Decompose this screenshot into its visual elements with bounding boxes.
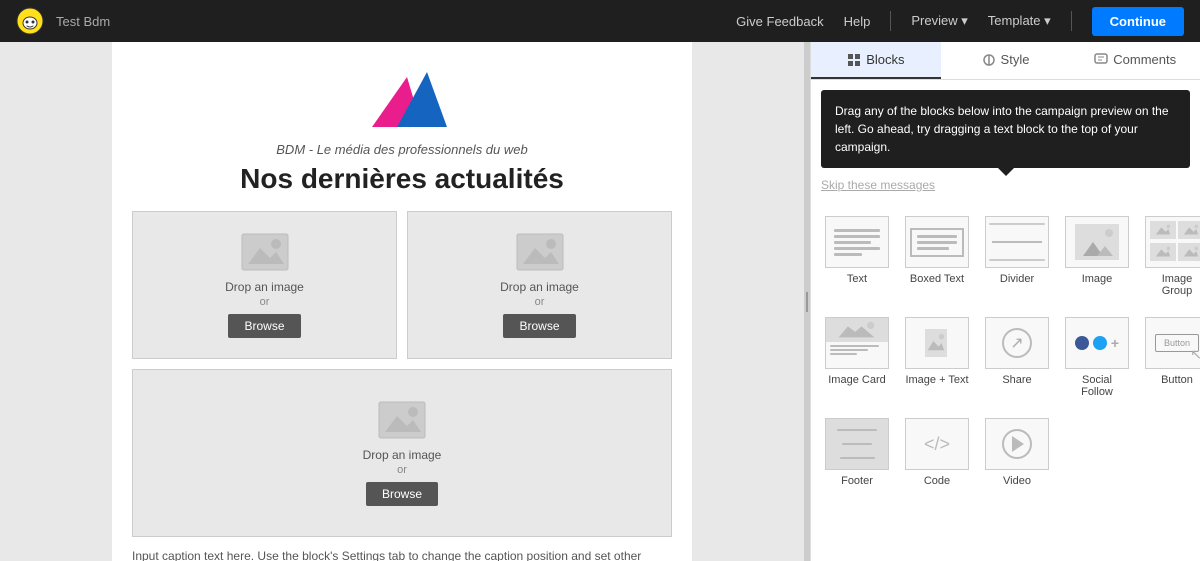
drop-text-2: Drop an image bbox=[500, 280, 579, 294]
right-panel: Blocks Style Comments Drag any of th bbox=[810, 42, 1200, 561]
block-item-divider[interactable]: Divider bbox=[981, 210, 1053, 303]
browse-button-2[interactable]: Browse bbox=[503, 314, 575, 338]
grid-icon bbox=[847, 53, 861, 67]
block-label-social-follow: Social Follow bbox=[1065, 374, 1129, 398]
drop-text-3: Drop an image bbox=[363, 448, 442, 462]
block-icon-image-group bbox=[1145, 216, 1200, 268]
block-item-social-follow[interactable]: + Social Follow bbox=[1061, 311, 1133, 404]
continue-button[interactable]: Continue bbox=[1092, 7, 1184, 36]
block-label-boxed-text: Boxed Text bbox=[910, 273, 964, 285]
block-icon-text bbox=[825, 216, 889, 268]
drop-or-2: or bbox=[535, 296, 545, 308]
image-drop-2: Drop an image or Browse bbox=[407, 211, 672, 359]
block-label-code: Code bbox=[924, 475, 950, 487]
block-item-video[interactable]: Video bbox=[981, 412, 1053, 493]
give-feedback-link[interactable]: Give Feedback bbox=[736, 14, 823, 29]
block-icon-footer bbox=[825, 418, 889, 470]
logo-area bbox=[112, 42, 692, 142]
image-grid-top: Drop an image or Browse Drop an image or… bbox=[112, 211, 692, 359]
app-logo bbox=[16, 7, 44, 35]
image-placeholder-icon-1 bbox=[240, 232, 290, 272]
comments-icon bbox=[1094, 53, 1108, 67]
block-icon-boxed-text bbox=[905, 216, 969, 268]
brand-logo bbox=[352, 62, 452, 132]
drop-text-1: Drop an image bbox=[225, 280, 304, 294]
nav-links: Give Feedback Help Preview ▾ Template ▾ … bbox=[736, 7, 1184, 36]
nav-divider bbox=[890, 11, 891, 31]
panel-tabs: Blocks Style Comments bbox=[811, 42, 1200, 80]
block-icon-share: ↗ bbox=[985, 317, 1049, 369]
block-item-image[interactable]: Image bbox=[1061, 210, 1133, 303]
canvas-area: BDM - Le média des professionnels du web… bbox=[0, 42, 804, 561]
style-icon bbox=[982, 53, 996, 67]
image-placeholder-icon-2 bbox=[515, 232, 565, 272]
block-icon-divider bbox=[985, 216, 1049, 268]
block-item-code[interactable]: </> Code bbox=[901, 412, 973, 493]
image-placeholder-icon-3 bbox=[377, 400, 427, 440]
tab-style[interactable]: Style bbox=[941, 42, 1071, 79]
block-item-button[interactable]: Button ↖ Button bbox=[1141, 311, 1200, 404]
block-label-share: Share bbox=[1002, 374, 1031, 386]
block-icon-image-text bbox=[905, 317, 969, 369]
block-label-image-group: Image Group bbox=[1145, 273, 1200, 297]
block-icon-button: Button ↖ bbox=[1145, 317, 1200, 369]
tab-blocks[interactable]: Blocks bbox=[811, 42, 941, 79]
resize-handle[interactable] bbox=[804, 42, 810, 561]
main-area: BDM - Le média des professionnels du web… bbox=[0, 42, 1200, 561]
hint-text: Drag any of the blocks below into the ca… bbox=[835, 104, 1169, 154]
block-icon-image-card bbox=[825, 317, 889, 369]
browse-button-1[interactable]: Browse bbox=[228, 314, 300, 338]
block-item-text[interactable]: Text bbox=[821, 210, 893, 303]
nav-divider2 bbox=[1071, 11, 1072, 31]
block-icon-image bbox=[1065, 216, 1129, 268]
block-icon-code: </> bbox=[905, 418, 969, 470]
caption-text: Input caption text here. Use the block's… bbox=[112, 547, 692, 561]
skip-messages-link[interactable]: Skip these messages bbox=[821, 178, 1190, 192]
block-label-video: Video bbox=[1003, 475, 1031, 487]
help-link[interactable]: Help bbox=[844, 14, 871, 29]
block-label-footer: Footer bbox=[841, 475, 873, 487]
block-label-divider: Divider bbox=[1000, 273, 1034, 285]
browse-button-3[interactable]: Browse bbox=[366, 482, 438, 506]
block-label-image-card: Image Card bbox=[828, 374, 885, 386]
block-label-button: Button bbox=[1161, 374, 1193, 386]
block-label-image: Image bbox=[1082, 273, 1113, 285]
tab-comments[interactable]: Comments bbox=[1070, 42, 1200, 79]
block-label-text: Text bbox=[847, 273, 867, 285]
block-item-footer[interactable]: Footer bbox=[821, 412, 893, 493]
block-item-image-card[interactable]: Image Card bbox=[821, 311, 893, 404]
block-label-image-text: Image + Text bbox=[905, 374, 968, 386]
app-title: Test Bdm bbox=[56, 14, 724, 29]
block-icon-video bbox=[985, 418, 1049, 470]
preview-link[interactable]: Preview ▾ bbox=[911, 13, 967, 29]
site-tagline: BDM - Le média des professionnels du web bbox=[112, 142, 692, 157]
top-nav: Test Bdm Give Feedback Help Preview ▾ Te… bbox=[0, 0, 1200, 42]
image-drop-1: Drop an image or Browse bbox=[132, 211, 397, 359]
block-item-share[interactable]: ↗ Share bbox=[981, 311, 1053, 404]
drop-or-3: or bbox=[397, 464, 407, 476]
image-drop-3: Drop an image or Browse bbox=[132, 369, 672, 537]
image-grid-bottom: Drop an image or Browse bbox=[112, 369, 692, 537]
drop-or-1: or bbox=[260, 296, 270, 308]
block-item-image-group[interactable]: Image Group bbox=[1141, 210, 1200, 303]
hint-box: Drag any of the blocks below into the ca… bbox=[821, 90, 1190, 168]
block-icon-social-follow: + bbox=[1065, 317, 1129, 369]
template-link[interactable]: Template ▾ bbox=[988, 13, 1051, 29]
block-item-boxed-text[interactable]: Boxed Text bbox=[901, 210, 973, 303]
site-headline: Nos dernières actualités bbox=[112, 163, 692, 195]
block-grid: Text Boxed Text bbox=[811, 202, 1200, 501]
canvas-inner: BDM - Le média des professionnels du web… bbox=[112, 42, 692, 561]
block-item-image-text[interactable]: Image + Text bbox=[901, 311, 973, 404]
